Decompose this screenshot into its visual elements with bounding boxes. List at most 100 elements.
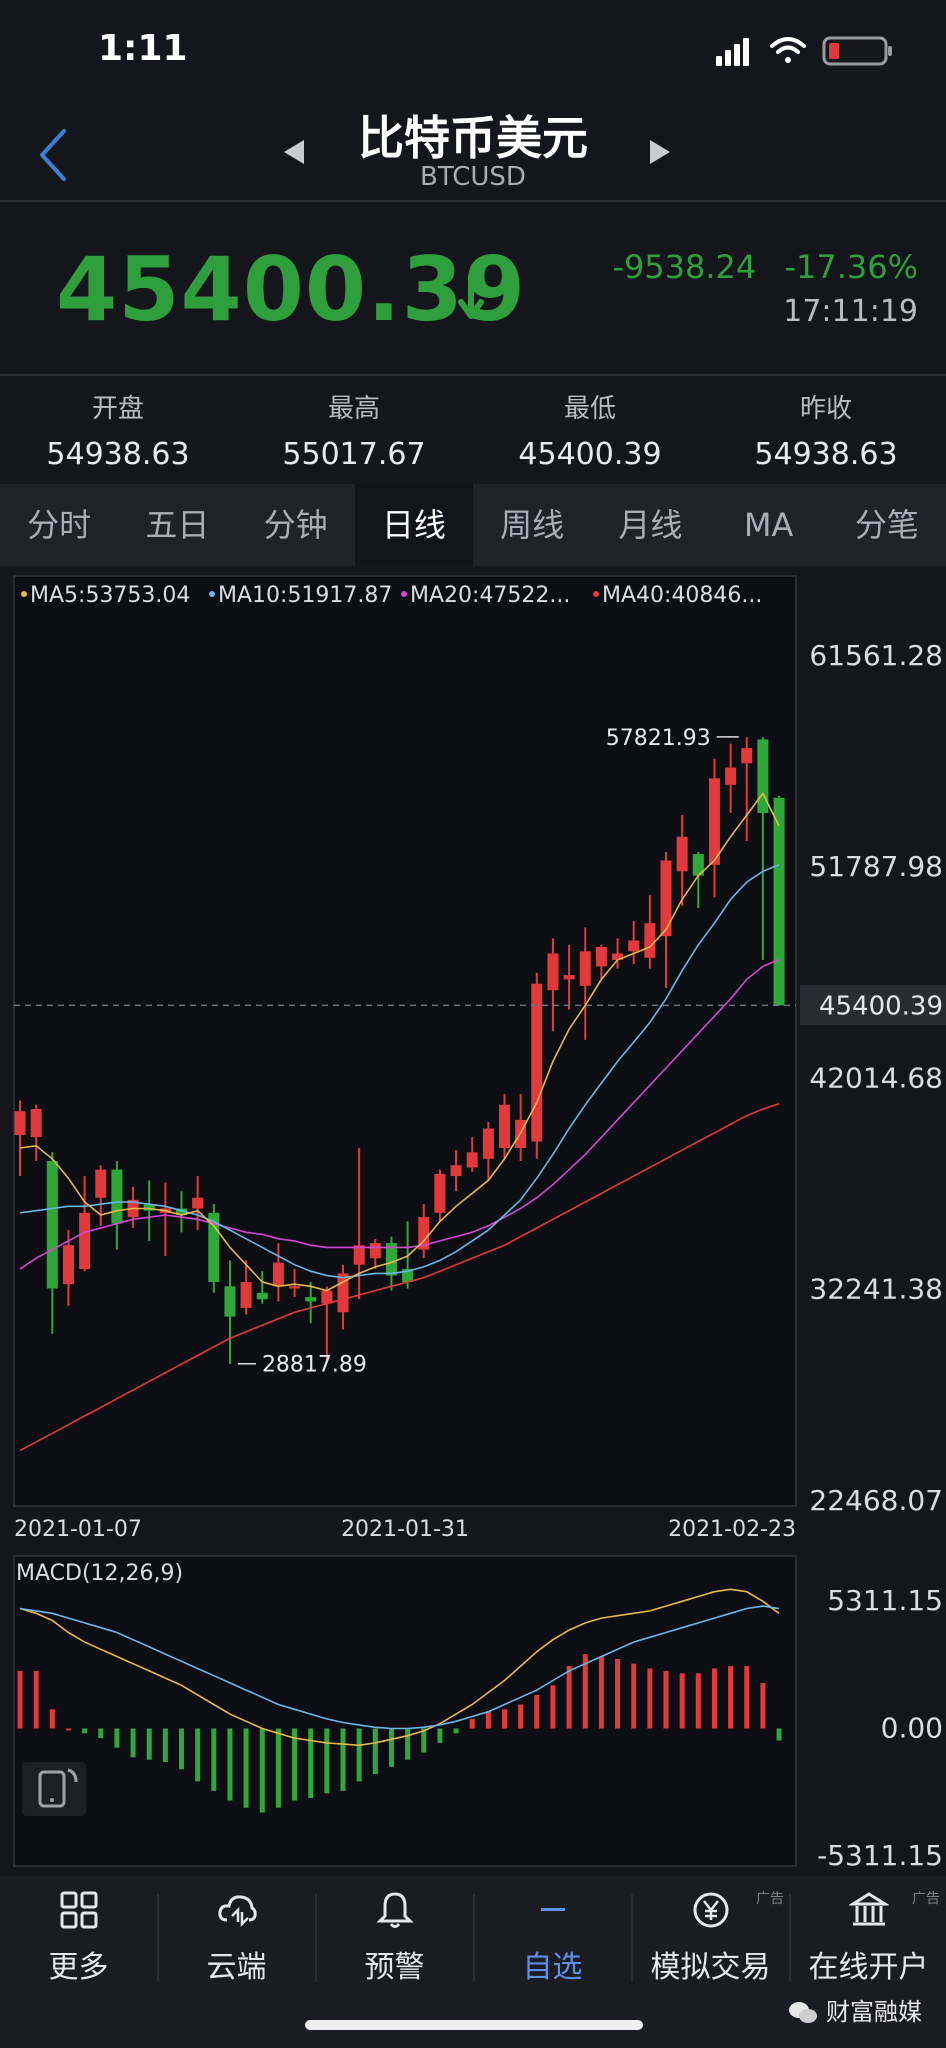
- ma-legend-dot: [593, 591, 599, 597]
- macd-histogram-bar: [502, 1709, 507, 1729]
- stat-high: 最高 55017.67: [236, 388, 472, 472]
- candle-body: [660, 860, 672, 937]
- tab-monthly[interactable]: 月线: [591, 484, 709, 566]
- nav-watchlist[interactable]: 自选: [474, 1890, 631, 1986]
- ma-legend-label: MA5:53753.04: [30, 583, 190, 608]
- stat-low: 最低 45400.39: [472, 388, 708, 472]
- candle-body: [79, 1212, 91, 1270]
- signal-icon: [716, 38, 749, 66]
- candle-body: [289, 1286, 301, 1289]
- macd-histogram-bar: [243, 1728, 249, 1808]
- change-percent: -17.36%: [784, 248, 918, 286]
- candle-body: [579, 951, 591, 986]
- stat-open: 开盘 54938.63: [0, 388, 236, 472]
- macd-histogram-bar: [453, 1728, 459, 1734]
- tab-five-day[interactable]: 五日: [118, 484, 236, 566]
- macd-y-tick-label: -5311.15: [817, 1839, 943, 1872]
- status-icons: [716, 36, 892, 66]
- candle-body: [499, 1104, 510, 1148]
- landscape-toggle-icon[interactable]: [22, 1762, 86, 1816]
- divider: [0, 200, 946, 202]
- candle-body: [676, 836, 688, 872]
- macd-histogram-bar: [195, 1728, 201, 1782]
- macd-histogram-bar: [550, 1685, 556, 1729]
- candle-body: [111, 1169, 123, 1224]
- candle-body: [14, 1111, 26, 1136]
- nav-label: 模拟交易: [650, 1950, 771, 1985]
- yen-icon: [693, 1892, 728, 1928]
- ma-legend-dot: [209, 591, 215, 597]
- tab-minute[interactable]: 分钟: [237, 484, 355, 566]
- ma-legend-label: MA20:47522...: [410, 583, 570, 608]
- nav-label: 更多: [48, 1950, 109, 1985]
- macd-histogram-bar: [324, 1728, 330, 1794]
- macd-histogram-bar: [388, 1728, 394, 1767]
- macd-histogram-bar: [647, 1668, 653, 1729]
- macd-histogram-bar: [518, 1704, 524, 1729]
- macd-histogram-bar: [162, 1728, 168, 1763]
- candle-body: [595, 946, 607, 967]
- current-price-label: 45400.39: [819, 991, 943, 1021]
- macd-histogram-bar: [275, 1728, 281, 1808]
- macd-histogram-bar: [728, 1666, 734, 1729]
- nav-label: 在线开户: [808, 1950, 929, 1985]
- nav-alert[interactable]: 预警: [316, 1890, 473, 1986]
- stat-prev-close: 昨收 54938.63: [708, 388, 944, 472]
- tab-ticks[interactable]: 分笔: [828, 484, 946, 566]
- candle-body: [482, 1128, 494, 1159]
- tab-daily[interactable]: 日线: [354, 484, 473, 566]
- tab-intraday[interactable]: 分时: [0, 484, 118, 566]
- candle-body: [272, 1262, 284, 1287]
- ad-badge: 广告: [912, 1891, 940, 1907]
- macd-histogram-bar: [146, 1728, 152, 1760]
- candle-body: [256, 1292, 268, 1300]
- candle-body: [741, 748, 753, 764]
- tab-ma[interactable]: MA: [710, 484, 828, 566]
- macd-histogram-bar: [82, 1728, 88, 1734]
- tab-weekly[interactable]: 周线: [473, 484, 591, 566]
- battery-icon: [822, 36, 892, 66]
- candle-body: [725, 767, 737, 785]
- candle-body: [773, 797, 785, 1006]
- nav-label: 自选: [522, 1950, 583, 1985]
- period-tabs: 分时 五日 分钟 日线 周线 月线 MA 分笔: [0, 484, 946, 566]
- status-time: 1:11: [98, 28, 188, 69]
- nav-more[interactable]: 更多: [0, 1890, 157, 1986]
- candle-body: [321, 1290, 333, 1304]
- wifi-icon: [770, 37, 806, 63]
- bell-icon: [375, 1892, 414, 1928]
- macd-histogram-bar: [485, 1711, 491, 1729]
- macd-histogram-bar: [760, 1682, 766, 1729]
- candle-body: [628, 940, 640, 952]
- x-tick-label: 2021-02-23: [668, 1517, 796, 1542]
- y-tick-label: 42014.68: [809, 1061, 943, 1094]
- cloud-sync-icon: [217, 1895, 257, 1928]
- macd-histogram-bar: [17, 1670, 23, 1729]
- macd-y-tick-label: 5311.15: [827, 1584, 943, 1617]
- macd-histogram-bar: [405, 1728, 411, 1760]
- macd-histogram-bar: [695, 1673, 701, 1729]
- price-chart[interactable]: 45400.39 61561.28 51787.98 42014.68 32241.38…: [0, 566, 946, 1876]
- stat-value: 45400.39: [518, 437, 662, 472]
- high-annotation: 57821.93: [606, 726, 711, 751]
- macd-histogram-bar: [65, 1728, 71, 1731]
- symbol-code: BTCUSD: [420, 162, 526, 192]
- bank-icon: [848, 1892, 889, 1926]
- nav-cloud[interactable]: 云端: [158, 1890, 315, 1986]
- candle-body: [192, 1197, 204, 1209]
- ma-legend-dot: [401, 591, 407, 597]
- ad-badge: 广告: [756, 1891, 784, 1907]
- macd-histogram-bar: [33, 1670, 39, 1729]
- macd-histogram-bar: [49, 1709, 55, 1729]
- macd-histogram-bar: [744, 1666, 750, 1729]
- nav-label: 预警: [364, 1950, 425, 1985]
- home-indicator[interactable]: [305, 2020, 643, 2030]
- macd-histogram-bar: [340, 1728, 346, 1791]
- macd-histogram-bar: [631, 1663, 637, 1729]
- macd-histogram-bar: [469, 1718, 475, 1729]
- x-tick-label: 2021-01-07: [14, 1517, 142, 1542]
- y-tick-label: 22468.07: [809, 1484, 943, 1517]
- stat-label: 昨收: [799, 394, 852, 424]
- macd-histogram-bar: [227, 1728, 233, 1801]
- macd-histogram-bar: [259, 1728, 265, 1813]
